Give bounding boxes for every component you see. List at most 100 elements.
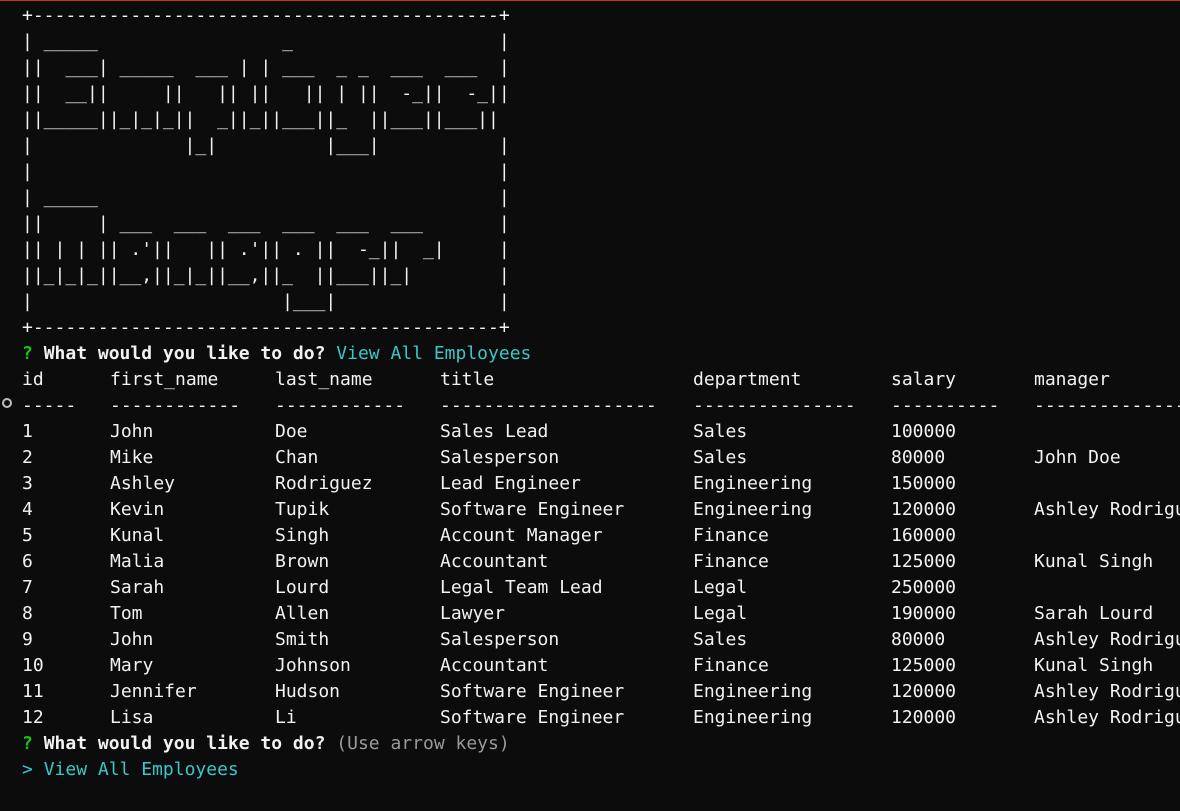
table-row-cell: Malia xyxy=(110,551,165,572)
table-row-cell: 4 xyxy=(22,499,33,520)
table-header-cell: department xyxy=(693,369,802,390)
table-row-cell: 10 xyxy=(22,655,44,676)
table-row-cell: Sales xyxy=(693,447,748,468)
table-row: 4 Kevin Tupik Software Engineer Engineering 1… xyxy=(22,497,1180,523)
table-row: 12 Lisa Li Software Engineer Engineering 1200… xyxy=(22,705,1180,731)
table-row-cell: Legal xyxy=(693,603,748,624)
table-row-cell: Ashley Rodriguez xyxy=(1034,707,1180,728)
table-row-cell: Sarah xyxy=(110,577,165,598)
table-row-cell: Allen xyxy=(275,603,330,624)
scroll-marker-icon xyxy=(2,398,12,408)
table-row-cell: Legal xyxy=(693,577,748,598)
prompt-hint: (Use arrow keys) xyxy=(336,733,510,754)
table-row-cell: Chan xyxy=(275,447,319,468)
table-row-cell: Johnson xyxy=(275,655,351,676)
table-row-cell: Sales xyxy=(693,421,748,442)
table-row-cell: Brown xyxy=(275,551,330,572)
window-top-border xyxy=(0,0,1180,1)
table-row-cell: Lourd xyxy=(275,577,330,598)
table-row-cell: 80000 xyxy=(891,447,946,468)
table-row: 10 Mary Johnson Accountant Finance 125000 Kuna… xyxy=(22,653,1153,679)
table-row: 3 Ashley Rodriguez Lead Engineer Engineering… xyxy=(22,471,956,497)
table-row-cell: Sarah Lourd xyxy=(1034,603,1154,624)
table-header-cell: manager xyxy=(1034,369,1110,390)
table-separator: ----- ------------ ------------ -----------… xyxy=(22,393,1180,419)
table-row-cell: 11 xyxy=(22,681,44,702)
table-row-cell: Lawyer xyxy=(440,603,506,624)
table-row-cell: Kunal Singh xyxy=(1034,551,1154,572)
table-row: 8 Tom Allen Lawyer Legal 190000 Sarah Lourd xyxy=(22,601,1153,627)
table-row-cell: 12 xyxy=(22,707,44,728)
table-row-cell: 150000 xyxy=(891,473,957,494)
table-header-cell: id xyxy=(22,369,44,390)
table-row-cell: Kevin xyxy=(110,499,165,520)
table-row-cell: Jennifer xyxy=(110,681,197,702)
table-row-cell: Finance xyxy=(693,525,769,546)
table-separator-cell: ---------------- xyxy=(1034,395,1180,416)
table-row-cell: Mike xyxy=(110,447,154,468)
table-row-cell: Rodriguez xyxy=(275,473,373,494)
table-row: 1 John Doe Sales Lead Sales 100000 xyxy=(22,419,956,445)
table-row-cell: 190000 xyxy=(891,603,957,624)
table-row-cell: Sales Lead xyxy=(440,421,549,442)
menu-option-label: View All Employees xyxy=(43,759,239,780)
table-row-cell: Accountant xyxy=(440,655,549,676)
table-row-cell: Software Engineer xyxy=(440,707,625,728)
terminal-output: +---------------------------------------… xyxy=(22,3,1180,783)
table-row-cell: John xyxy=(110,629,154,650)
table-header-cell: last_name xyxy=(275,369,373,390)
table-row-cell: Ashley Rodriguez xyxy=(1034,629,1180,650)
table-header: id first_name last_name title department sala… xyxy=(22,367,1110,393)
table-separator-cell: ---------- xyxy=(891,395,1000,416)
table-separator-cell: --------------- xyxy=(693,395,856,416)
table-row-cell: Salesperson xyxy=(440,447,560,468)
pointer-icon: > xyxy=(22,759,33,780)
table-row-cell: Engineering xyxy=(693,473,813,494)
table-row-cell: Hudson xyxy=(275,681,341,702)
prompt-line: ? What would you like to do? View All Em… xyxy=(22,341,531,367)
table-row-cell: 2 xyxy=(22,447,33,468)
table-row: 6 Malia Brown Accountant Finance 125000 Kunal … xyxy=(22,549,1153,575)
table-row: 11 Jennifer Hudson Software Engineer Enginee… xyxy=(22,679,1180,705)
table-row: 9 John Smith Salesperson Sales 80000 Ashley Ro… xyxy=(22,627,1180,653)
table-row-cell: 6 xyxy=(22,551,33,572)
table-row-cell: Tupik xyxy=(275,499,330,520)
prompt-mark-icon: ? xyxy=(22,343,33,364)
table-row-cell: Engineering xyxy=(693,499,813,520)
menu-option-selected[interactable]: > View All Employees xyxy=(22,757,531,783)
table-row-cell: 120000 xyxy=(891,499,957,520)
table-row-cell: Kunal xyxy=(110,525,165,546)
table-row-cell: Software Engineer xyxy=(440,499,625,520)
table-row-cell: Kunal Singh xyxy=(1034,655,1154,676)
table-row-cell: Lisa xyxy=(110,707,154,728)
employee-table: id first_name last_name title department sala… xyxy=(22,367,1180,731)
table-row-cell: Doe xyxy=(275,421,308,442)
table-row-cell: Tom xyxy=(110,603,143,624)
table-header-cell: title xyxy=(440,369,495,390)
table-row-cell: 7 xyxy=(22,577,33,598)
table-row-cell: 3 xyxy=(22,473,33,494)
prompt-question: What would you like to do? xyxy=(43,733,326,754)
table-separator-cell: ------------ xyxy=(275,395,406,416)
table-row-cell: 120000 xyxy=(891,681,957,702)
table-separator-cell: ----- xyxy=(22,395,77,416)
table-row-cell: Sales xyxy=(693,629,748,650)
table-row-cell: 125000 xyxy=(891,551,957,572)
prompt-question: What would you like to do? xyxy=(43,343,326,364)
table-row-cell: 120000 xyxy=(891,707,957,728)
table-row-cell: 1 xyxy=(22,421,33,442)
table-row-cell: Lead Engineer xyxy=(440,473,581,494)
table-row-cell: John Doe xyxy=(1034,447,1121,468)
table-header-cell: salary xyxy=(891,369,957,390)
table-row-cell: 5 xyxy=(22,525,33,546)
table-row-cell: Engineering xyxy=(693,681,813,702)
prompt-line-active: ? What would you like to do? (Use arrow … xyxy=(22,731,531,757)
prompt-answer: View All Employees xyxy=(336,343,532,364)
table-row-cell: Ashley xyxy=(110,473,176,494)
table-row-cell: Mary xyxy=(110,655,154,676)
table-separator-cell: -------------------- xyxy=(440,395,657,416)
table-row-cell: 250000 xyxy=(891,577,957,598)
table-row-cell: Salesperson xyxy=(440,629,560,650)
table-row-cell: Finance xyxy=(693,655,769,676)
table-separator-cell: ------------ xyxy=(110,395,241,416)
